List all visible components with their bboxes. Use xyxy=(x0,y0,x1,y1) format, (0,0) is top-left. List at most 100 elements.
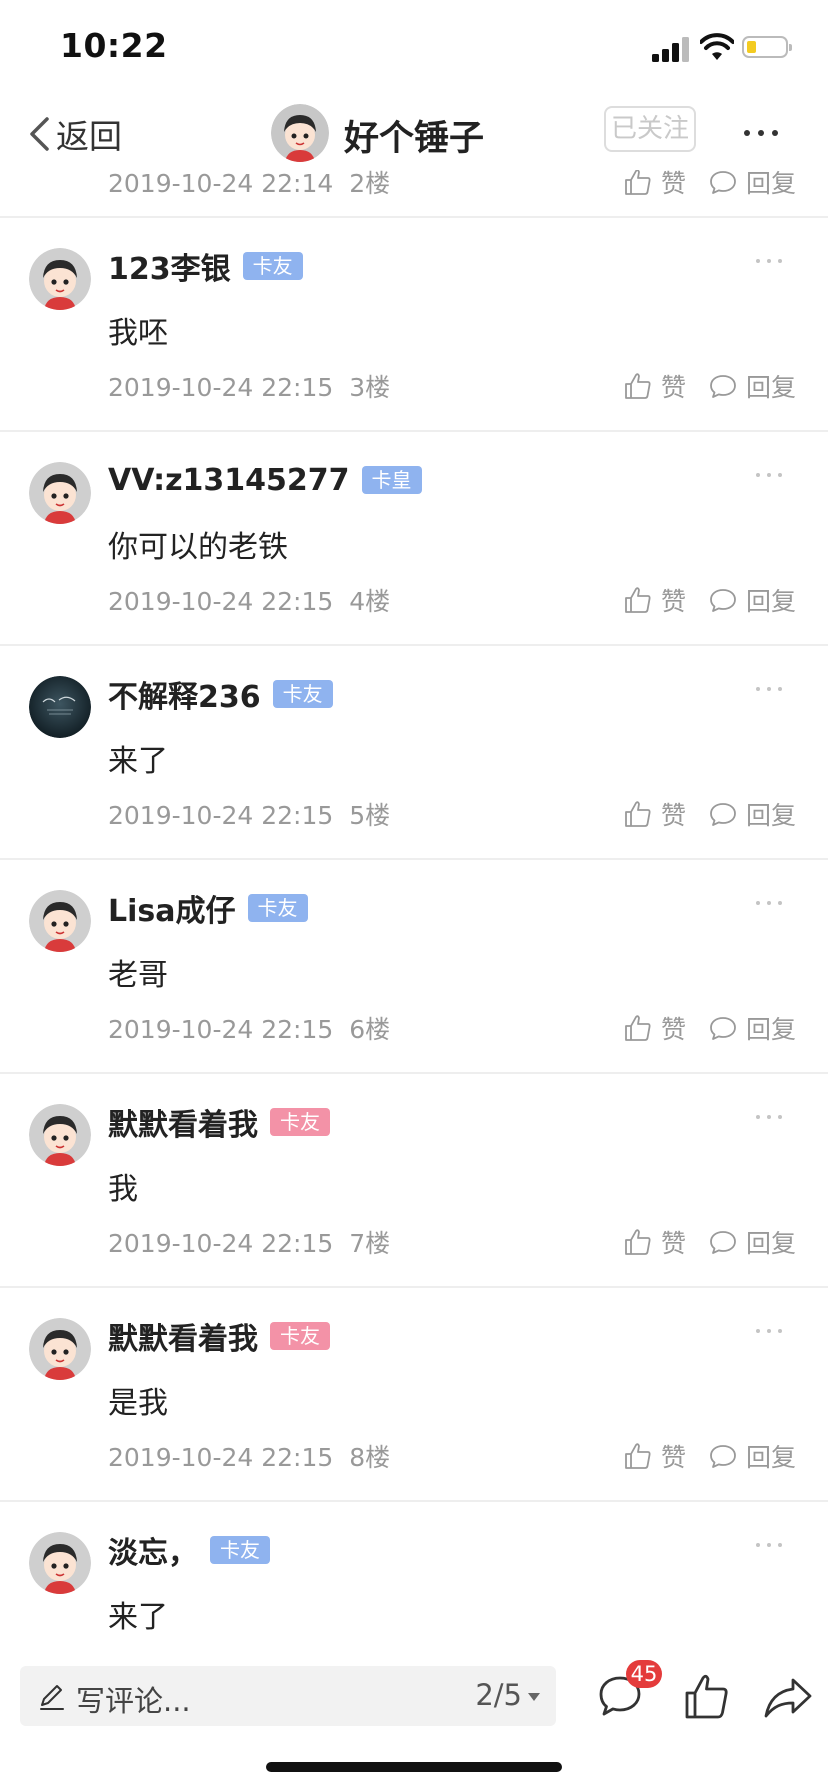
comment-more-button[interactable] xyxy=(756,1540,786,1550)
thumbs-up-icon[interactable] xyxy=(682,1672,732,1722)
follow-button[interactable]: 已关注 xyxy=(604,106,696,152)
share-arrow-icon[interactable] xyxy=(762,1672,814,1722)
comment-time: 2019-10-24 22:15 xyxy=(108,373,334,402)
user-level-badge: 卡皇 xyxy=(361,466,422,494)
write-comment-input[interactable]: 写评论... 2/5 xyxy=(20,1666,556,1726)
back-button[interactable]: 返回 xyxy=(28,112,122,156)
reply-action[interactable]: 回复 xyxy=(708,796,796,832)
comment-username[interactable]: VV:z13145277 xyxy=(108,463,350,498)
user-avatar[interactable] xyxy=(29,1318,91,1380)
home-indicator xyxy=(266,1762,562,1772)
write-comment-placeholder: 写评论... xyxy=(76,1684,191,1718)
reply-label: 回复 xyxy=(745,801,796,830)
like-action[interactable]: 赞 xyxy=(623,582,686,618)
reply-action[interactable]: 回复 xyxy=(708,1010,796,1046)
user-avatar[interactable] xyxy=(29,1532,91,1594)
comment-item: 默默看着我 卡友 是我 2019-10-24 22:15 8楼 赞 回复 xyxy=(0,1288,828,1502)
comment-content: 是我 xyxy=(108,1386,168,1421)
like-action[interactable]: 赞 xyxy=(623,368,686,404)
like-action[interactable]: 赞 xyxy=(623,1438,686,1474)
comment-time: 2019-10-24 22:15 xyxy=(108,801,334,830)
like-action[interactable]: 赞 xyxy=(623,796,686,832)
comment-content: 你可以的老铁 xyxy=(108,530,288,565)
thumbs-up-icon xyxy=(625,373,651,399)
comment-meta: 2019-10-24 22:15 4楼 xyxy=(108,582,390,618)
chat-bubble-icon xyxy=(710,375,736,398)
like-label: 赞 xyxy=(660,587,686,616)
comment-more-button[interactable] xyxy=(756,1112,786,1122)
cartoon-boy-avatar-icon xyxy=(29,462,91,524)
user-level-badge: 卡友 xyxy=(247,894,308,922)
comment-floor: 7楼 xyxy=(349,1229,391,1258)
comment-list: 123李银 卡友 我呸 2019-10-24 22:15 3楼 赞 回复 VV:… xyxy=(0,218,828,1716)
like-label: 赞 xyxy=(660,1015,686,1044)
user-avatar[interactable] xyxy=(29,462,91,524)
status-time: 10:22 xyxy=(60,26,168,65)
chat-bubble-icon xyxy=(710,1231,736,1254)
reply-label: 回复 xyxy=(745,1229,796,1258)
comment-item: 默默看着我 卡友 我 2019-10-24 22:15 7楼 赞 回复 xyxy=(0,1074,828,1288)
comment-item: VV:z13145277 卡皇 你可以的老铁 2019-10-24 22:15 … xyxy=(0,432,828,646)
comment-time: 2019-10-24 22:15 xyxy=(108,1229,334,1258)
comment-username[interactable]: 默默看着我 xyxy=(108,1314,258,1358)
comment-username[interactable]: 淡忘， xyxy=(108,1528,198,1572)
author-avatar[interactable] xyxy=(271,104,329,162)
comment-content: 来了 xyxy=(108,1600,168,1635)
caret-down-icon xyxy=(528,1693,540,1701)
page-indicator: 2/5 xyxy=(475,1678,522,1712)
user-avatar[interactable] xyxy=(29,676,91,738)
cartoon-boy-avatar-icon xyxy=(29,1318,91,1380)
user-level-badge: 卡友 xyxy=(270,1322,330,1350)
user-level-badge: 卡友 xyxy=(210,1536,270,1564)
reply-action[interactable]: 回复 xyxy=(708,1224,796,1260)
comment-content: 老哥 xyxy=(108,958,168,993)
chat-bubble-icon xyxy=(710,803,736,826)
comment-meta: 2019-10-24 22:15 5楼 xyxy=(108,796,390,832)
cartoon-boy-avatar-icon xyxy=(29,248,91,310)
comment-more-button[interactable] xyxy=(756,256,786,266)
reply-label: 回复 xyxy=(745,1015,796,1044)
user-level-badge: 卡友 xyxy=(242,252,303,280)
battery-icon xyxy=(742,36,792,58)
reply-action[interactable]: 回复 xyxy=(708,1438,796,1474)
cartoon-boy-avatar-icon xyxy=(29,1532,91,1594)
status-bar: 10:22 xyxy=(0,0,828,96)
like-label: 赞 xyxy=(660,801,686,830)
like-action[interactable]: 赞 xyxy=(623,1010,686,1046)
thumbs-up-icon xyxy=(625,1229,651,1255)
comment-username[interactable]: 不解释236 xyxy=(108,672,261,716)
comment-item: 不解释236 卡友 来了 2019-10-24 22:15 5楼 赞 回复 xyxy=(0,646,828,860)
comment-time: 2019-10-24 22:14 xyxy=(108,169,334,198)
user-avatar[interactable] xyxy=(29,248,91,310)
user-level-badge: 卡友 xyxy=(272,680,333,708)
comment-more-button[interactable] xyxy=(756,1326,786,1336)
user-avatar[interactable] xyxy=(29,890,91,952)
comment-floor: 3楼 xyxy=(349,373,391,402)
comment-time: 2019-10-24 22:15 xyxy=(108,587,334,616)
comment-content: 我呸 xyxy=(108,316,168,351)
user-avatar[interactable] xyxy=(29,1104,91,1166)
thumbs-up-icon xyxy=(625,587,651,613)
comment-item: Lisa成仔 卡友 老哥 2019-10-24 22:15 6楼 赞 回复 xyxy=(0,860,828,1074)
chat-bubble-icon xyxy=(710,1445,736,1468)
comment-username[interactable]: 默默看着我 xyxy=(108,1100,258,1144)
comment-more-button[interactable] xyxy=(756,470,786,480)
reply-label: 回复 xyxy=(745,373,796,402)
comment-floor: 2楼 xyxy=(349,169,391,198)
comment-meta: 2019-10-24 22:15 6楼 xyxy=(108,1010,390,1046)
thumbs-up-icon xyxy=(625,801,651,827)
comment-floor: 8楼 xyxy=(349,1443,391,1472)
comment-username[interactable]: Lisa成仔 xyxy=(108,886,236,930)
comment-floor: 4楼 xyxy=(349,587,391,616)
comment-time: 2019-10-24 22:15 xyxy=(108,1443,334,1472)
comment-more-button[interactable] xyxy=(756,898,786,908)
photo-avatar-icon xyxy=(29,676,91,738)
like-action[interactable]: 赞 xyxy=(623,1224,686,1260)
comment-more-button[interactable] xyxy=(756,684,786,694)
reply-action[interactable]: 回复 xyxy=(708,368,796,404)
chat-bubble-icon xyxy=(710,171,736,194)
page-selector[interactable]: 2/5 xyxy=(475,1678,540,1712)
comment-username[interactable]: 123李银 xyxy=(108,244,231,288)
reply-action[interactable]: 回复 xyxy=(708,582,796,618)
more-options-button[interactable] xyxy=(742,118,782,148)
